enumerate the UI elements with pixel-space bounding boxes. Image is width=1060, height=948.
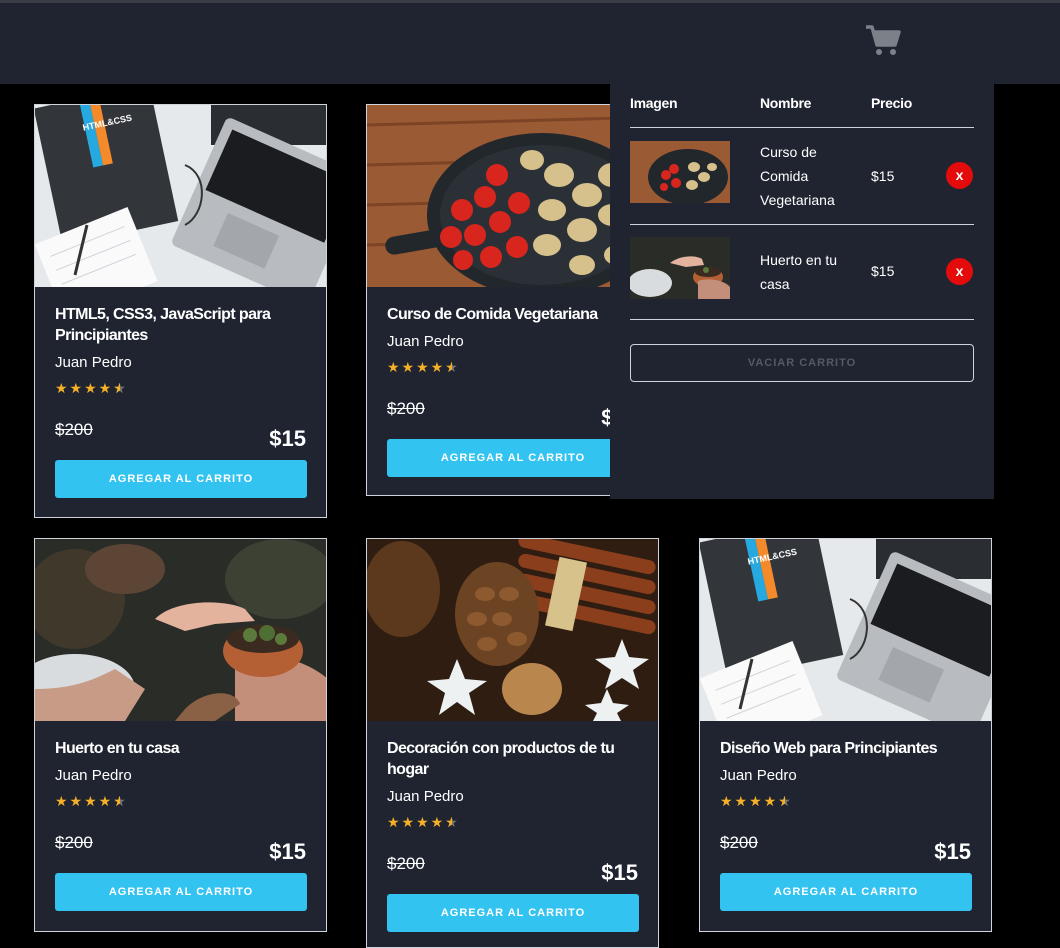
empty-cart-button[interactable]: VACIAR CARRITO	[630, 344, 974, 382]
cart-item-image	[630, 237, 730, 299]
current-price: $15	[601, 860, 638, 885]
old-price: $200	[387, 399, 425, 418]
header-bar	[0, 0, 1060, 84]
course-title: Curso de Comida Vegetariana	[387, 306, 598, 323]
add-to-cart-button[interactable]: AGREGAR AL CARRITO	[387, 439, 639, 477]
course-image: HTML&CSS	[700, 539, 991, 721]
course-card: HTML&CSS HTML5, CSS3, JavaScript para Pr…	[34, 104, 327, 518]
course-title: HTML5, CSS3, JavaScript para Principiant…	[55, 306, 271, 344]
course-title: Huerto en tu casa	[55, 740, 180, 757]
cart-dropdown: Imagen Nombre Precio Curso de Comida Veg…	[610, 84, 994, 499]
cart-item: Curso de Comida Vegetariana $15 x	[630, 128, 974, 225]
shopping-cart-icon[interactable]	[864, 23, 902, 57]
current-price: $15	[269, 839, 306, 864]
star-rating-icon: ★★★★★	[387, 359, 638, 379]
star-rating-icon: ★★★★★	[720, 793, 971, 813]
course-card: Huerto en tu casa Juan Pedro ★★★★★ $200 …	[34, 538, 327, 932]
course-image: HTML&CSS	[35, 105, 326, 287]
cart-item-image	[630, 141, 730, 203]
cart-item: Huerto en tu casa $15 x	[630, 225, 974, 320]
cart-header-price: Precio	[871, 95, 912, 111]
cart-header-image: Imagen	[630, 95, 678, 111]
cart-table-header: Imagen Nombre Precio	[630, 84, 974, 128]
add-to-cart-button[interactable]: AGREGAR AL CARRITO	[55, 873, 307, 911]
remove-item-button[interactable]: x	[946, 258, 973, 285]
current-price: $15	[269, 426, 306, 451]
remove-item-button[interactable]: x	[946, 162, 973, 189]
course-title: Diseño Web para Principiantes	[720, 740, 938, 757]
cart-item-price: $15	[871, 168, 895, 184]
cart-item-name: Curso de Comida Vegetariana	[760, 144, 835, 208]
current-price: $15	[934, 839, 971, 864]
cart-item-name: Huerto en tu casa	[760, 252, 838, 292]
course-image	[35, 539, 326, 721]
course-author: Juan Pedro	[387, 788, 464, 805]
old-price: $200	[55, 420, 93, 439]
add-to-cart-button[interactable]: AGREGAR AL CARRITO	[720, 873, 972, 911]
course-author: Juan Pedro	[720, 767, 797, 784]
course-author: Juan Pedro	[55, 354, 132, 371]
old-price: $200	[720, 833, 758, 852]
course-image	[367, 539, 658, 721]
course-author: Juan Pedro	[387, 333, 464, 350]
course-card: Decoración con productos de tu hogar Jua…	[366, 538, 659, 948]
cart-header-name: Nombre	[760, 95, 812, 111]
cart-item-price: $15	[871, 263, 895, 279]
old-price: $200	[55, 833, 93, 852]
star-rating-icon: ★★★★★	[387, 814, 638, 834]
course-card: HTML&CSS Diseño Web para Principiantes J…	[699, 538, 992, 932]
old-price: $200	[387, 854, 425, 873]
course-author: Juan Pedro	[55, 767, 132, 784]
star-rating-icon: ★★★★★	[55, 793, 306, 813]
add-to-cart-button[interactable]: AGREGAR AL CARRITO	[387, 894, 639, 932]
course-title: Decoración con productos de tu hogar	[387, 740, 615, 778]
star-rating-icon: ★★★★★	[55, 380, 306, 400]
add-to-cart-button[interactable]: AGREGAR AL CARRITO	[55, 460, 307, 498]
